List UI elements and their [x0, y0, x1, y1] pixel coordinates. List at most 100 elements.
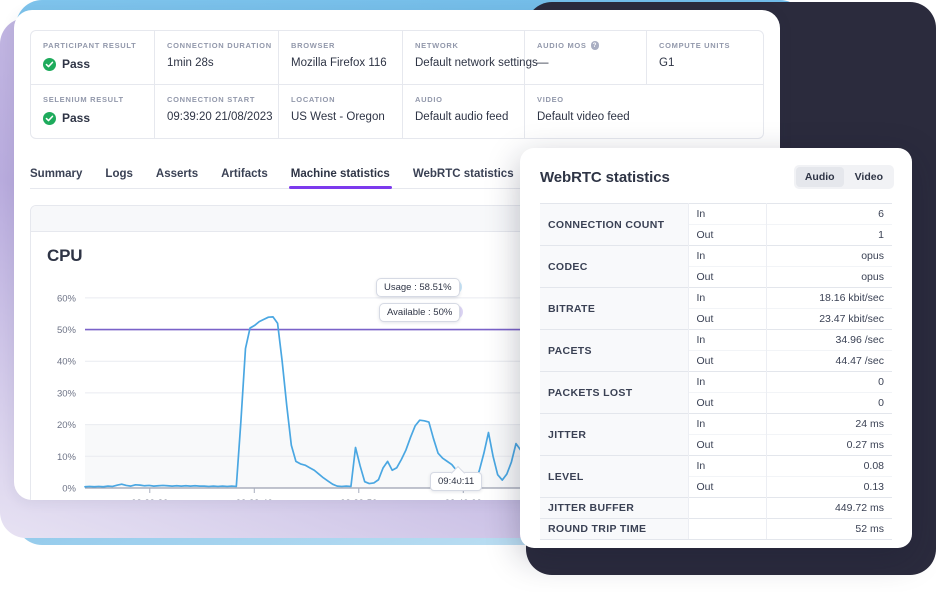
- table-row: JITTER BUFFER 449.72 ms: [540, 497, 892, 519]
- summary-cell-value: Pass: [43, 111, 142, 125]
- summary-cell-value: 1min 28s: [167, 57, 214, 69]
- table-row: LEVEL In 0.08: [540, 455, 892, 498]
- info-icon[interactable]: ?: [590, 41, 600, 50]
- summary-cell-label: AUDIO MOS ?: [537, 41, 634, 50]
- stat-value: 6: [766, 203, 892, 225]
- summary-cell-network: NETWORK Default network settings: [403, 31, 538, 84]
- tab-machine-statistics[interactable]: Machine statistics: [288, 168, 392, 189]
- stat-direction: Out: [688, 224, 767, 246]
- tab-webrtc-statistics[interactable]: WebRTC statistics: [413, 168, 514, 188]
- stat-direction: [688, 497, 767, 519]
- table-row: PACKETS LOST In 0: [540, 371, 892, 414]
- table-row: CODEC In opus: [540, 245, 892, 288]
- stat-key: BITRATE: [540, 287, 689, 330]
- stat-direction: In: [688, 371, 767, 393]
- stat-direction: In: [688, 287, 767, 309]
- summary-cell-label: AUDIO: [415, 95, 443, 104]
- svg-text:50%: 50%: [57, 325, 77, 336]
- table-row: JITTER In 24 ms: [540, 413, 892, 456]
- summary-cell-value: Mozilla Firefox 116: [291, 57, 387, 69]
- stat-direction: Out: [688, 308, 767, 330]
- stat-value: 23.47 kbit/sec: [766, 308, 892, 330]
- stat-value: 1: [766, 224, 892, 246]
- tab-artifacts[interactable]: Artifacts: [221, 168, 268, 188]
- stat-value: 0: [766, 392, 892, 414]
- summary-cell-value: US West - Oregon: [291, 111, 385, 123]
- svg-text:10%: 10%: [57, 452, 77, 463]
- session-summary-grid: PARTICIPANT RESULT Pass CONNECTION DURAT…: [30, 30, 764, 139]
- stat-key: ROUND TRIP TIME: [540, 518, 689, 540]
- summary-cell-label: SELENIUM RESULT: [43, 95, 124, 104]
- tooltip-x-axis-time: 09:40:11: [430, 472, 483, 491]
- stat-direction: Out: [688, 434, 767, 456]
- summary-cell-label: BROWSER: [291, 41, 336, 50]
- stat-value: 44.47 /sec: [766, 350, 892, 372]
- table-row: ROUND TRIP TIME 52 ms: [540, 518, 892, 540]
- summary-cell-selenium-result: SELENIUM RESULT Pass: [31, 85, 155, 138]
- summary-cell-value: Default audio feed: [415, 111, 509, 123]
- stat-direction: In: [688, 413, 767, 435]
- svg-text:40%: 40%: [57, 357, 77, 368]
- summary-cell-label: COMPUTE UNITS: [659, 41, 731, 50]
- stat-value: 34.96 /sec: [766, 329, 892, 351]
- summary-cell-compute-units: COMPUTE UNITS G1: [647, 31, 763, 84]
- summary-cell-label: LOCATION: [291, 95, 336, 104]
- summary-cell-connection-start: CONNECTION START 09:39:20 21/08/2023: [155, 85, 279, 138]
- summary-cell-label: NETWORK: [415, 41, 459, 50]
- check-circle-icon: [43, 57, 56, 71]
- tooltip-usage: Usage : 58.51%: [376, 278, 460, 297]
- summary-cell-value: Pass: [43, 57, 142, 71]
- screenshot-stage: PARTICIPANT RESULT Pass CONNECTION DURAT…: [0, 0, 936, 592]
- stat-value: opus: [766, 266, 892, 288]
- summary-cell-value: G1: [659, 57, 675, 69]
- summary-cell-label: PARTICIPANT RESULT: [43, 41, 137, 50]
- svg-text:20%: 20%: [57, 420, 77, 431]
- stat-key: LEVEL: [540, 455, 689, 498]
- tooltip-available: Available : 50%: [379, 303, 461, 322]
- svg-text:60%: 60%: [57, 293, 77, 304]
- stat-key: CONNECTION COUNT: [540, 203, 689, 246]
- summary-cell-label: CONNECTION DURATION: [167, 41, 272, 50]
- stat-value: 24 ms: [766, 413, 892, 435]
- summary-cell-value: 09:39:20 21/08/2023: [167, 111, 273, 123]
- table-row: PACETS In 34.96 /sec: [540, 329, 892, 372]
- webrtc-statistics-card: WebRTC statistics Audio Video CONNECTION…: [520, 148, 912, 548]
- svg-text:09:39:30: 09:39:30: [131, 498, 168, 500]
- svg-text:0%: 0%: [62, 484, 76, 495]
- stat-key: JITTER: [540, 413, 689, 456]
- summary-cell-label-text: AUDIO MOS: [537, 41, 587, 50]
- stat-value: 0.13: [766, 476, 892, 498]
- table-row: BITRATE In 18.16 kbit/sec: [540, 287, 892, 330]
- tab-logs[interactable]: Logs: [105, 168, 132, 188]
- summary-cell-value: Default network settings: [415, 57, 538, 69]
- stat-direction: In: [688, 203, 767, 225]
- summary-cell-audio-mos: AUDIO MOS ? —: [525, 31, 647, 84]
- stat-key: CODEC: [540, 245, 689, 288]
- tab-asserts[interactable]: Asserts: [156, 168, 198, 188]
- summary-cell-video: VIDEO Default video feed: [525, 85, 763, 138]
- tab-summary[interactable]: Summary: [30, 168, 82, 188]
- summary-row: SELENIUM RESULT Pass CONNECTION START 09…: [31, 85, 763, 138]
- stat-key: PACETS: [540, 329, 689, 372]
- check-circle-icon: [43, 111, 56, 125]
- summary-cell-location: LOCATION US West - Oregon: [279, 85, 403, 138]
- summary-cell-value: —: [537, 57, 549, 69]
- toggle-audio-button[interactable]: Audio: [795, 167, 844, 187]
- summary-cell-connection-duration: CONNECTION DURATION 1min 28s: [155, 31, 279, 84]
- stat-value: 0: [766, 371, 892, 393]
- webrtc-card-title: WebRTC statistics: [540, 168, 670, 186]
- stat-direction: Out: [688, 350, 767, 372]
- audio-video-toggle: Audio Video: [793, 165, 894, 189]
- summary-cell-participant-result: PARTICIPANT RESULT Pass: [31, 31, 155, 84]
- stat-direction: Out: [688, 476, 767, 498]
- stat-direction: In: [688, 329, 767, 351]
- stat-value: 0.27 ms: [766, 434, 892, 456]
- stat-key: JITTER BUFFER: [540, 497, 689, 519]
- summary-cell-value-text: Pass: [62, 111, 91, 125]
- table-row: CONNECTION COUNT In 6: [540, 203, 892, 246]
- summary-cell-label: CONNECTION START: [167, 95, 256, 104]
- svg-text:09:39:50: 09:39:50: [340, 498, 377, 500]
- stat-direction: In: [688, 245, 767, 267]
- toggle-video-button[interactable]: Video: [846, 167, 892, 187]
- stat-direction: Out: [688, 266, 767, 288]
